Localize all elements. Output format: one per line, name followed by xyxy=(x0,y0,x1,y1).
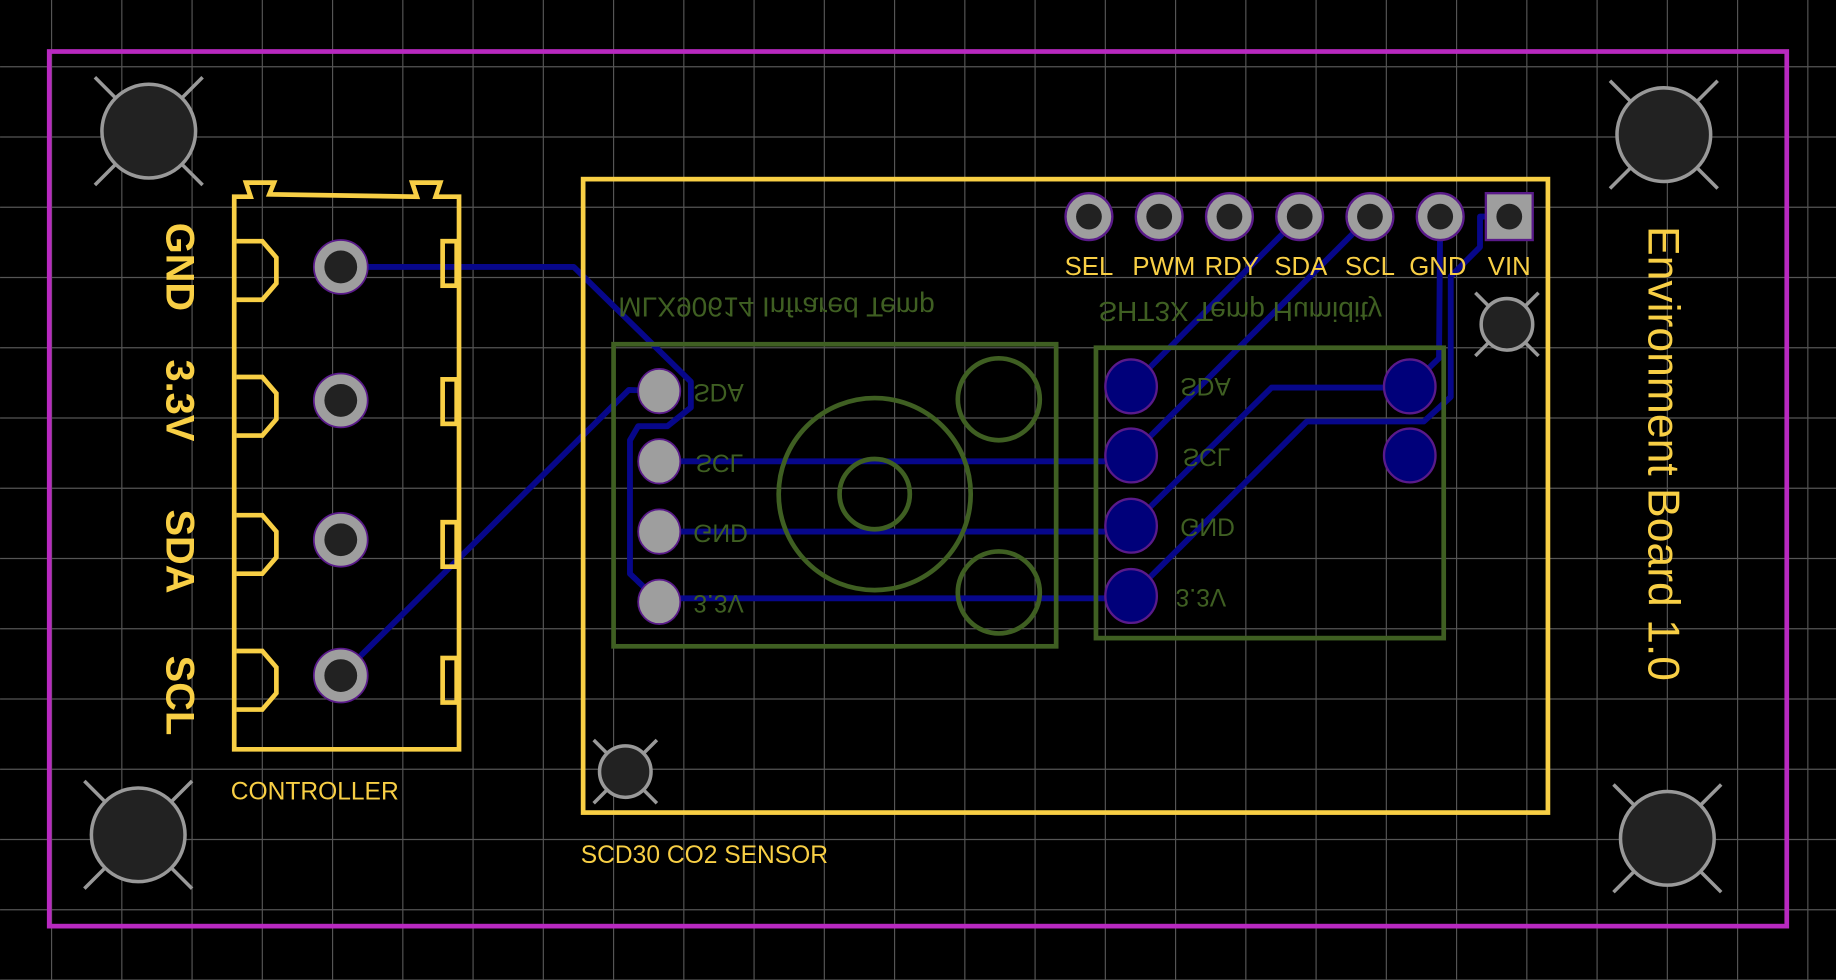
sht-title: SHT3X Temp Humidity xyxy=(1098,296,1382,327)
sht-pad[interactable] xyxy=(1104,497,1159,554)
pad-sda[interactable] xyxy=(312,511,369,568)
sht-pin-label: SCL xyxy=(1183,442,1231,469)
header-pin-label: VIN xyxy=(1488,253,1531,281)
pcb-canvas[interactable]: GND 3.3V SDA SCL CONTROLLER SCD30 CO2 SE… xyxy=(0,0,1836,980)
header-pad[interactable] xyxy=(1134,192,1184,242)
controller-pin-label: 3.3V xyxy=(157,359,201,441)
sht-pin-label: GND xyxy=(1180,513,1235,540)
sht-pad[interactable] xyxy=(1382,358,1437,415)
controller-label: CONTROLLER xyxy=(231,779,399,806)
header-pin-label: SEL xyxy=(1065,253,1114,281)
header-pin-label: SCL xyxy=(1345,253,1395,281)
mounting-hole-icon[interactable] xyxy=(93,76,204,187)
mlx-title: MLX90614 Infrared Temp xyxy=(618,291,935,322)
mounting-hole-icon[interactable] xyxy=(1612,783,1723,894)
header-pad-square[interactable] xyxy=(1484,192,1534,242)
pad-gnd[interactable] xyxy=(312,239,369,295)
header-pad[interactable] xyxy=(1345,192,1395,242)
mlx-pin-label: GND xyxy=(693,519,748,546)
header-pin-label: RDY xyxy=(1205,253,1259,281)
sht-pad[interactable] xyxy=(1104,567,1159,625)
mounting-hole-icon[interactable] xyxy=(1608,79,1719,190)
sht-pin-label: 3.3V xyxy=(1176,583,1227,610)
mlx-pad[interactable] xyxy=(637,367,682,415)
sht-pad[interactable] xyxy=(1104,427,1159,484)
controller-pin-label: SCL xyxy=(157,656,201,736)
mlx-pad[interactable] xyxy=(637,438,682,485)
mounting-hole-icon[interactable] xyxy=(1474,291,1540,358)
header-pad[interactable] xyxy=(1204,192,1255,242)
pad-scl[interactable] xyxy=(312,647,369,704)
sht-pad[interactable] xyxy=(1382,427,1437,484)
header-pin-label: GND xyxy=(1409,253,1466,281)
board-title: Environment Board 1.0 xyxy=(1639,226,1688,681)
header-pin-label: PWM xyxy=(1132,253,1195,281)
mlx-pad[interactable] xyxy=(637,578,682,625)
pad-3v3[interactable] xyxy=(312,372,369,429)
header-pad[interactable] xyxy=(1064,192,1114,242)
mlx-pad[interactable] xyxy=(637,508,682,555)
header-pin-label: SDA xyxy=(1274,253,1328,281)
scd30-pin-labels: SEL PWM RDY SDA SCL GND VIN xyxy=(1065,253,1531,281)
controller-pin-label: GND xyxy=(157,223,201,311)
controller-pin-label: SDA xyxy=(157,509,201,593)
header-pad[interactable] xyxy=(1415,192,1465,242)
mounting-hole-icon[interactable] xyxy=(592,738,659,805)
sht-pin-label: SDA xyxy=(1180,372,1231,399)
mlx-pin-label: 3.3V xyxy=(693,589,744,616)
scd30-label: SCD30 CO2 SENSOR xyxy=(581,842,828,869)
sht-pad[interactable] xyxy=(1104,358,1159,415)
header-pad[interactable] xyxy=(1275,192,1325,242)
mlx-pin-label: SDA xyxy=(693,378,744,405)
mlx-pin-label: SCL xyxy=(696,448,744,475)
mounting-hole-icon[interactable] xyxy=(83,779,194,890)
background xyxy=(0,0,1836,980)
